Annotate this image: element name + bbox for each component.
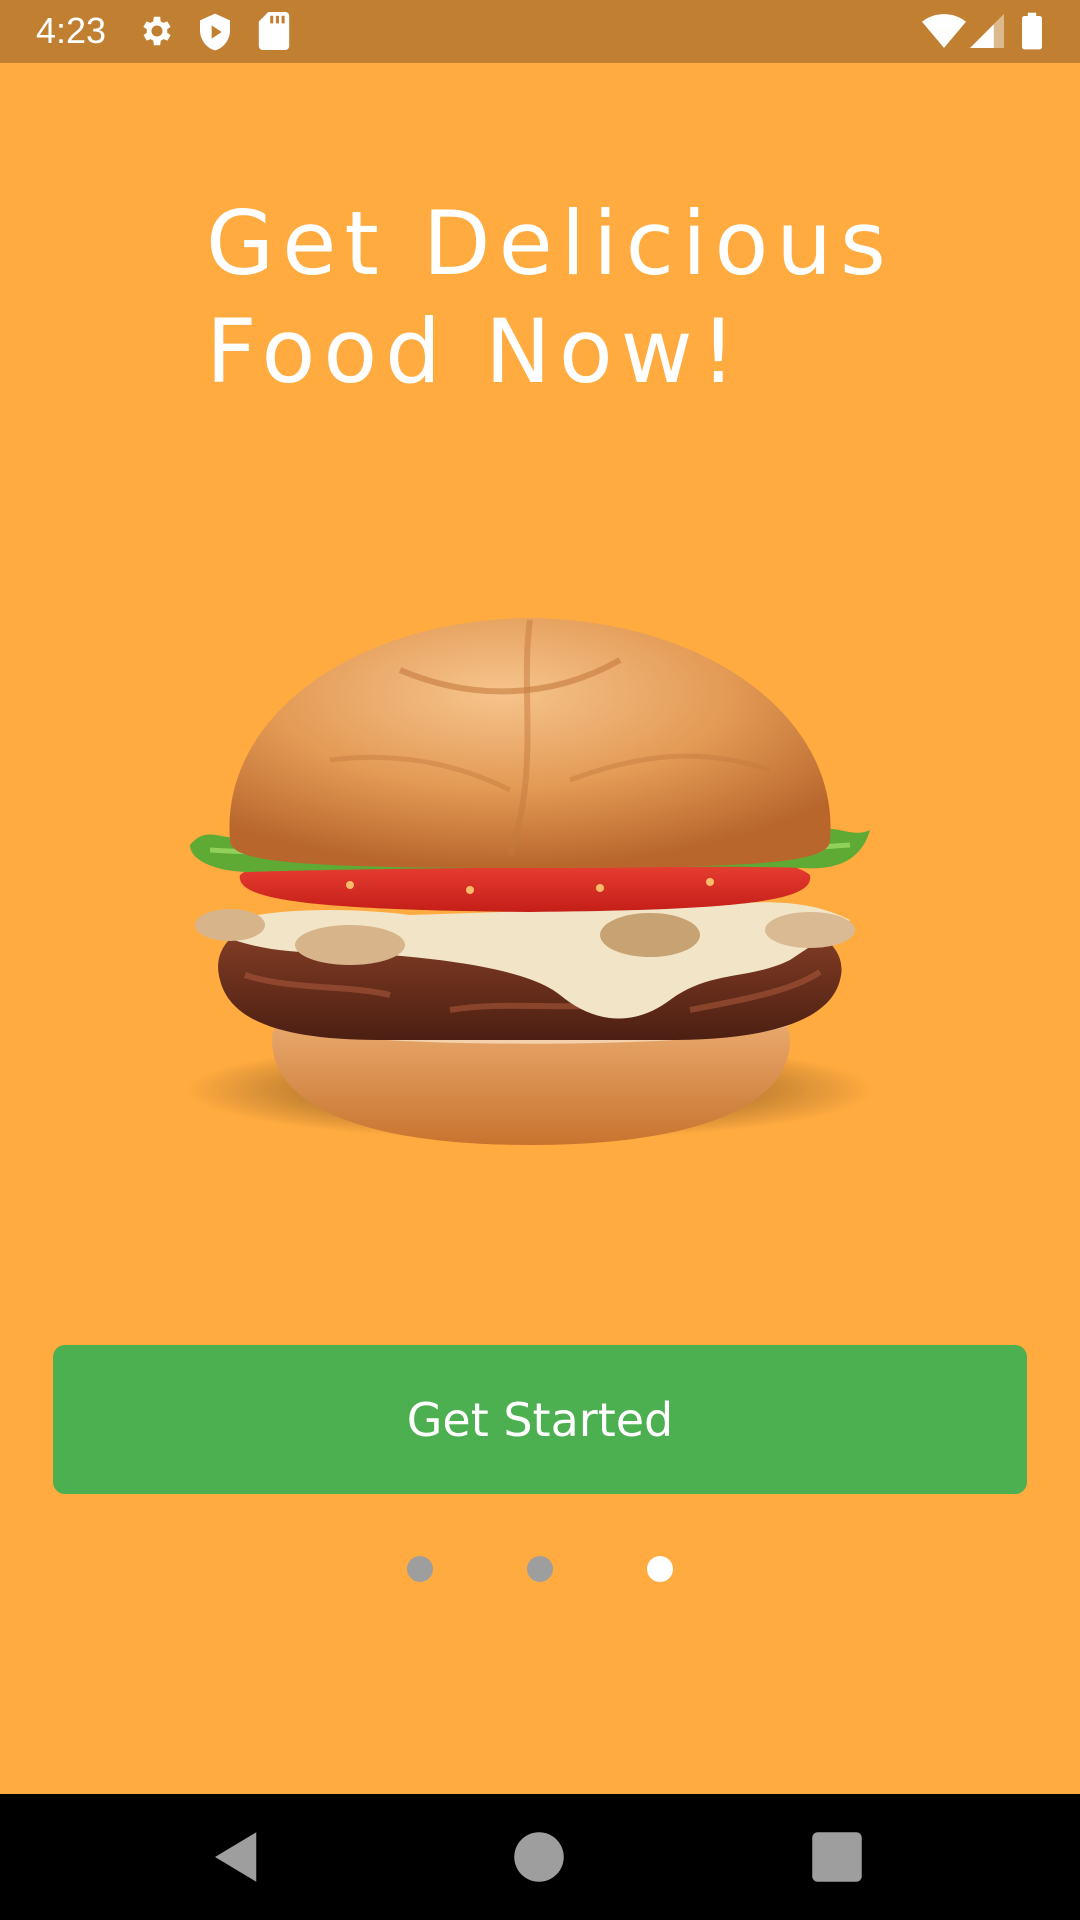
- battery-icon: [1022, 12, 1042, 50]
- burger-illustration: [150, 600, 930, 1180]
- wifi-icon: [922, 14, 966, 48]
- page-dot-1[interactable]: [407, 1556, 433, 1582]
- signal-icon: [970, 14, 1004, 48]
- back-icon[interactable]: [204, 1824, 270, 1890]
- headline-line-1: Get Delicious: [206, 192, 894, 295]
- home-icon[interactable]: [506, 1824, 572, 1890]
- status-time: 4:23: [36, 10, 107, 51]
- page-indicator: [0, 1556, 1080, 1582]
- headline: Get Delicious Food Now!: [206, 190, 1006, 406]
- page-dot-2[interactable]: [527, 1556, 553, 1582]
- recents-icon[interactable]: [804, 1824, 870, 1890]
- status-bar: 4:23: [0, 0, 1080, 63]
- headline-line-2: Food Now!: [206, 300, 744, 403]
- shield-icon: [200, 13, 230, 51]
- sd-card-icon: [258, 12, 290, 50]
- navigation-bar: [0, 1794, 1080, 1920]
- get-started-button[interactable]: Get Started: [53, 1345, 1027, 1494]
- burger-image: [185, 618, 875, 1145]
- settings-icon: [143, 16, 171, 46]
- page-dot-3[interactable]: [647, 1556, 673, 1582]
